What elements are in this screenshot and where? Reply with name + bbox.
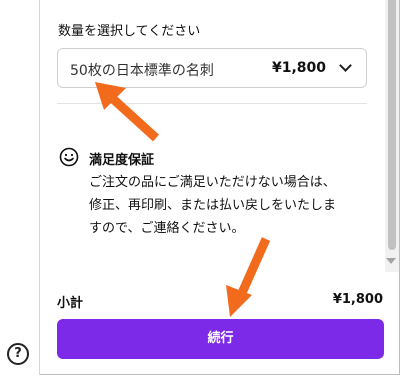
scrollbar-thumb[interactable] bbox=[388, 0, 396, 250]
divider bbox=[57, 103, 367, 104]
continue-button[interactable]: 続行 bbox=[57, 319, 384, 359]
subtotal-value: ¥1,800 bbox=[332, 292, 383, 307]
guarantee-line: すので、ご連絡ください。 bbox=[89, 221, 245, 236]
guarantee-line: ご注文の品にご満足いただけない場合は、 bbox=[89, 175, 336, 190]
quantity-select[interactable]: 50枚の日本標準の名刺 ¥1,800 bbox=[57, 48, 367, 88]
left-rail: ? bbox=[0, 0, 40, 375]
subtotal-label: 小計 bbox=[57, 296, 84, 311]
quantity-label: 数量を選択してください bbox=[58, 24, 201, 39]
guarantee-line: 修正、再印刷、または払い戻しをいたしま bbox=[89, 198, 337, 213]
help-icon[interactable]: ? bbox=[7, 343, 29, 365]
quantity-selected-price: ¥1,800 bbox=[271, 60, 326, 76]
quantity-selected-option: 50枚の日本標準の名刺 bbox=[70, 63, 214, 79]
guarantee-body: ご注文の品にご満足いただけない場合は、 修正、再印刷、または払い戻しをいたしま … bbox=[89, 171, 369, 240]
smile-icon bbox=[59, 147, 79, 167]
chevron-down-icon bbox=[339, 59, 352, 72]
scroll-down-arrow-icon[interactable] bbox=[386, 258, 396, 264]
guarantee-title: 満足度保証 bbox=[89, 153, 155, 168]
